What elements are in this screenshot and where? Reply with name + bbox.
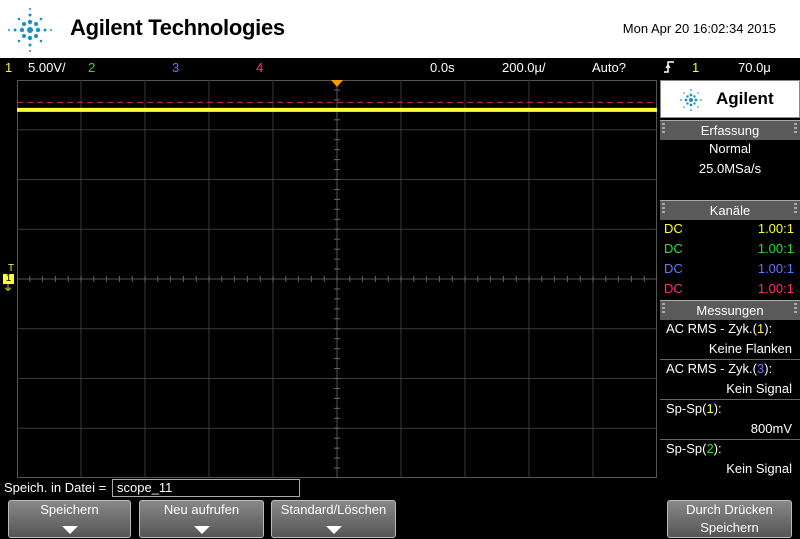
- measurement-3: Sp-Sp(1): 800mV: [660, 400, 800, 440]
- section-grip-icon: [794, 303, 798, 315]
- measurement-4-value: Kein Signal: [726, 461, 792, 476]
- channel-row-3: DC 1.00:1: [660, 260, 800, 280]
- trigger-channel[interactable]: 1: [692, 60, 699, 75]
- acq-mode: Normal: [709, 141, 751, 156]
- datetime-readout: Mon Apr 20 16:02:34 2015: [622, 21, 776, 36]
- ch1-probe-ratio: 1.00:1: [757, 221, 794, 236]
- graticule: [17, 80, 657, 478]
- ch3-probe-ratio: 1.00:1: [757, 261, 794, 276]
- time-delay[interactable]: 0.0s: [430, 60, 455, 75]
- measurement-1-value: Keine Flanken: [708, 341, 792, 356]
- measurement-3-value: 800mV: [750, 421, 792, 436]
- measurement-2-value: Kein Signal: [726, 381, 792, 396]
- press-to-save-line2: Speichern: [700, 520, 759, 535]
- info-panel: Agilent Erfassung Normal 25.0MSa/s Kanäl…: [660, 80, 800, 478]
- section-grip-icon: [662, 123, 666, 135]
- status-bar: 1 5.00V/ 2 3 4 0.0s 200.0µ/ Auto? 1 70.0…: [0, 58, 800, 78]
- ch1-number[interactable]: 1: [5, 60, 12, 75]
- recall-softkey-label: Neu aufrufen: [163, 502, 240, 517]
- ch1-scale[interactable]: 5.00V/: [28, 60, 66, 75]
- rising-edge-icon: [663, 60, 675, 77]
- section-grip-icon: [794, 203, 798, 215]
- press-to-save-line1: Durch Drücken: [686, 502, 773, 517]
- ground-icon: ⏚: [3, 283, 13, 294]
- agilent-spark-logo-icon: [8, 8, 52, 52]
- trigger-t-label: T: [8, 263, 15, 274]
- time-scale[interactable]: 200.0µ/: [502, 60, 546, 75]
- acquisition-body: Normal 25.0MSa/s: [660, 140, 800, 198]
- measurements-header[interactable]: Messungen: [660, 300, 800, 320]
- ch3-number[interactable]: 3: [172, 60, 179, 75]
- file-bar: Speich. in Datei = scope_11: [0, 478, 660, 498]
- section-grip-icon: [662, 203, 666, 215]
- acq-sample-rate: 25.0MSa/s: [698, 161, 762, 176]
- default-erase-softkey[interactable]: Standard/Löschen: [271, 500, 396, 538]
- measurement-4-label: Sp-Sp(2):: [666, 441, 722, 456]
- channel-row-1: DC 1.00:1: [660, 220, 800, 240]
- measurement-1-label: AC RMS - Zyk.(1):: [666, 321, 773, 336]
- ch4-number[interactable]: 4: [256, 60, 263, 75]
- ch3-coupling: DC: [664, 261, 683, 276]
- brand-name: Agilent Technologies: [70, 15, 285, 40]
- channels-body: DC 1.00:1 DC 1.00:1 DC 1.00:1 DC 1.00:1: [660, 220, 800, 300]
- panel-brand-name: Agilent: [716, 89, 774, 108]
- trigger-position-marker: [331, 80, 343, 87]
- ch4-coupling: DC: [664, 281, 683, 296]
- save-softkey[interactable]: Speichern: [8, 500, 131, 538]
- channel-row-4: DC 1.00:1: [660, 280, 800, 300]
- arrow-down-icon: [325, 526, 342, 534]
- ch2-coupling: DC: [664, 241, 683, 256]
- measurement-2-label: AC RMS - Zyk.(3):: [666, 361, 773, 376]
- waveform-display[interactable]: [17, 80, 657, 478]
- arrow-down-icon: [193, 526, 210, 534]
- save-softkey-label: Speichern: [40, 502, 99, 517]
- measurements-body: AC RMS - Zyk.(1): Keine Flanken AC RMS -…: [660, 320, 800, 478]
- title-bar: Agilent Technologies Mon Apr 20 16:02:34…: [0, 0, 800, 58]
- trigger-level[interactable]: 70.0μ: [738, 60, 771, 75]
- file-label: Speich. in Datei =: [4, 480, 107, 495]
- measurement-4: Sp-Sp(2): Kein Signal: [660, 440, 800, 478]
- acquisition-header[interactable]: Erfassung: [660, 120, 800, 140]
- ch1-ground-marker[interactable]: T 1 ⏚: [3, 264, 17, 294]
- ch2-number[interactable]: 2: [88, 60, 95, 75]
- agilent-spark-small-icon: [680, 89, 702, 111]
- panel-logo-box: Agilent: [660, 80, 800, 118]
- recall-softkey[interactable]: Neu aufrufen: [139, 500, 264, 538]
- measurement-3-label: Sp-Sp(1):: [666, 401, 722, 416]
- section-grip-icon: [662, 303, 666, 315]
- ch1-coupling: DC: [664, 221, 683, 236]
- measurement-2: AC RMS - Zyk.(3): Kein Signal: [660, 360, 800, 400]
- arrow-down-icon: [61, 526, 78, 534]
- default-erase-softkey-label: Standard/Löschen: [280, 502, 387, 517]
- channel-row-2: DC 1.00:1: [660, 240, 800, 260]
- measurement-1: AC RMS - Zyk.(1): Keine Flanken: [660, 320, 800, 360]
- ch2-probe-ratio: 1.00:1: [757, 241, 794, 256]
- trigger-mode[interactable]: Auto?: [592, 60, 626, 75]
- ch4-probe-ratio: 1.00:1: [757, 281, 794, 296]
- press-to-save-softkey[interactable]: Durch Drücken Speichern: [667, 500, 792, 538]
- section-grip-icon: [794, 123, 798, 135]
- channels-header[interactable]: Kanäle: [660, 200, 800, 220]
- file-name-input[interactable]: scope_11: [112, 479, 300, 497]
